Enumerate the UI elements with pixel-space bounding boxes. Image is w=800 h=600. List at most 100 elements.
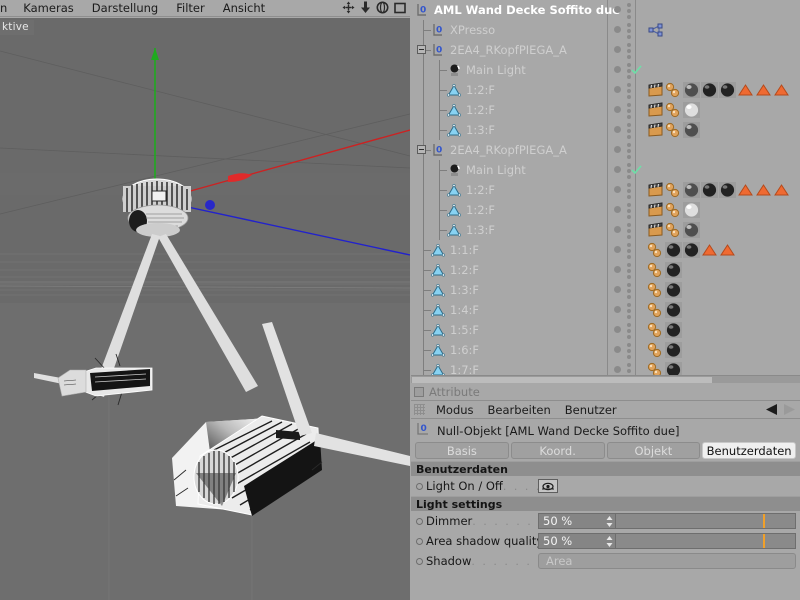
spinner-icon[interactable] — [606, 536, 613, 547]
render-visibility-dot-bottom[interactable] — [627, 15, 631, 19]
mat-gray-tag-icon[interactable] — [683, 82, 700, 98]
clap-tag-icon[interactable] — [647, 122, 664, 138]
render-visibility-dot-top[interactable] — [627, 23, 631, 27]
am-menu-modus[interactable]: Modus — [429, 403, 481, 417]
object-row[interactable]: 1:4:F — [411, 300, 800, 320]
spheres-tag-icon[interactable] — [665, 82, 682, 98]
editor-visibility-dot[interactable] — [614, 166, 621, 173]
editor-visibility-dot[interactable] — [614, 326, 621, 333]
object-name-cell[interactable]: 1:3:F — [411, 120, 604, 140]
render-visibility-dot-bottom[interactable] — [627, 35, 631, 39]
render-visibility-dot-top[interactable] — [627, 363, 631, 367]
render-visibility-dot-bottom[interactable] — [627, 115, 631, 119]
numeric-field[interactable]: 50 % — [538, 513, 616, 529]
spheres-tag-icon[interactable] — [647, 322, 664, 338]
render-visibility-dot-bottom[interactable] — [627, 295, 631, 299]
render-visibility-dot-top[interactable] — [627, 343, 631, 347]
render-visibility-dot-mid[interactable] — [627, 209, 631, 213]
editor-visibility-dot[interactable] — [614, 246, 621, 253]
shadow-type-field[interactable]: Area — [538, 553, 796, 569]
mat-dark-tag-icon[interactable] — [665, 242, 682, 258]
tag-strip[interactable] — [647, 280, 682, 300]
clap-tag-icon[interactable] — [647, 82, 664, 98]
render-visibility-dot-mid[interactable] — [627, 349, 631, 353]
render-visibility-dot-top[interactable] — [627, 323, 631, 327]
render-visibility-dot-bottom[interactable] — [627, 135, 631, 139]
mat-white-tag-icon[interactable] — [683, 202, 700, 218]
object-name-cell[interactable]: 0AML Wand Decke Soffito due — [411, 0, 604, 20]
object-name-cell[interactable]: 1:5:F — [411, 320, 604, 340]
spheres-tag-icon[interactable] — [647, 242, 664, 258]
mat-dark-tag-icon[interactable] — [665, 262, 682, 278]
object-name-cell[interactable]: Main Light — [411, 160, 604, 180]
parameter-toggle-icon[interactable] — [416, 538, 423, 545]
object-name-cell[interactable]: 0XPresso — [411, 20, 604, 40]
tag-strip[interactable] — [647, 80, 790, 100]
tag-strip[interactable] — [647, 240, 736, 260]
attribute-tab-koord[interactable]: Koord. — [511, 442, 605, 459]
render-visibility-dot-mid[interactable] — [627, 289, 631, 293]
visibility-dots[interactable] — [611, 140, 641, 160]
render-visibility-dot-bottom[interactable] — [627, 275, 631, 279]
mat-white-tag-icon[interactable] — [683, 102, 700, 118]
editor-visibility-dot[interactable] — [614, 226, 621, 233]
parameter-toggle-icon[interactable] — [416, 558, 423, 565]
editor-visibility-dot[interactable] — [614, 186, 621, 193]
visibility-dots[interactable] — [611, 20, 641, 40]
tag-strip[interactable] — [647, 180, 790, 200]
tri-tag-icon[interactable] — [719, 242, 736, 258]
spheres-tag-icon[interactable] — [647, 282, 664, 298]
tag-strip[interactable] — [647, 220, 700, 240]
zoom-icon[interactable] — [360, 1, 371, 14]
editor-visibility-dot[interactable] — [614, 46, 621, 53]
viewport-menu-item-filter[interactable]: Filter — [167, 0, 213, 16]
parameter-toggle-icon[interactable] — [416, 518, 423, 525]
mat-dark-tag-icon[interactable] — [683, 242, 700, 258]
spheres-tag-icon[interactable] — [647, 302, 664, 318]
mat-dark-tag-icon[interactable] — [701, 182, 718, 198]
object-row[interactable]: 1:2:F — [411, 100, 800, 120]
object-row[interactable]: 1:2:F — [411, 200, 800, 220]
tag-strip[interactable] — [647, 100, 700, 120]
visibility-dots[interactable] — [611, 260, 641, 280]
spheres-tag-icon[interactable] — [665, 122, 682, 138]
expander-collapse-icon[interactable] — [417, 145, 426, 154]
mat-dark-tag-icon[interactable] — [665, 342, 682, 358]
render-visibility-dot-top[interactable] — [627, 123, 631, 127]
object-row[interactable]: 1:2:F — [411, 80, 800, 100]
mat-dark-tag-icon[interactable] — [665, 302, 682, 318]
visibility-dots[interactable] — [611, 40, 641, 60]
spheres-tag-icon[interactable] — [647, 342, 664, 358]
object-row[interactable]: 1:3:F — [411, 280, 800, 300]
render-visibility-dot-top[interactable] — [627, 223, 631, 227]
spheres-tag-icon[interactable] — [665, 202, 682, 218]
mat-dark-tag-icon[interactable] — [719, 182, 736, 198]
mat-gray-tag-icon[interactable] — [683, 222, 700, 238]
visibility-dots[interactable] — [611, 280, 641, 300]
rotate-icon[interactable] — [376, 1, 389, 14]
tag-strip[interactable] — [647, 20, 664, 40]
editor-visibility-dot[interactable] — [614, 86, 621, 93]
editor-visibility-dot[interactable] — [614, 66, 621, 73]
object-manager-panel[interactable]: 0AML Wand Decke Soffito due0XPresso02EA4… — [411, 0, 800, 383]
render-visibility-dot-top[interactable] — [627, 203, 631, 207]
editor-visibility-dot[interactable] — [614, 366, 621, 373]
visibility-dots[interactable] — [611, 300, 641, 320]
nav-back-icon[interactable] — [765, 403, 779, 419]
object-name-cell[interactable]: 1:4:F — [411, 300, 604, 320]
render-visibility-dot-bottom[interactable] — [627, 355, 631, 359]
object-row[interactable]: 1:6:F — [411, 340, 800, 360]
render-visibility-dot-bottom[interactable] — [627, 155, 631, 159]
render-visibility-dot-bottom[interactable] — [627, 55, 631, 59]
render-visibility-dot-top[interactable] — [627, 303, 631, 307]
visibility-dots[interactable] — [611, 60, 641, 80]
slider-track[interactable] — [616, 513, 796, 529]
spheres-tag-icon[interactable] — [665, 182, 682, 198]
viewport-3d[interactable]: ktive — [0, 18, 410, 600]
attribute-tab-benutzerdaten[interactable]: Benutzerdaten — [702, 442, 796, 459]
visibility-dots[interactable] — [611, 240, 641, 260]
tag-strip[interactable] — [647, 320, 682, 340]
viewport-menu-item-0[interactable]: n — [0, 0, 14, 16]
panel-grip-icon[interactable] — [414, 404, 425, 415]
render-visibility-dot-mid[interactable] — [627, 129, 631, 133]
